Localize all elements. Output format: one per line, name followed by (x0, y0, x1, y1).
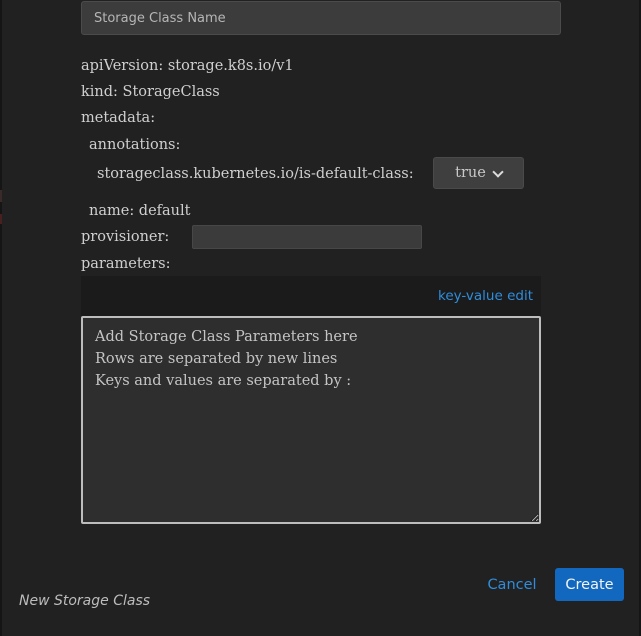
storage-class-form: apiVersion: storage.k8s.io/v1 kind: Stor… (2, 0, 639, 541)
new-storage-class-dialog: apiVersion: storage.k8s.io/v1 kind: Stor… (2, 0, 639, 636)
api-version-line: apiVersion: storage.k8s.io/v1 (81, 58, 294, 74)
key-value-edit-link[interactable]: key-value edit (438, 288, 533, 304)
default-class-annotation-label: storageclass.kubernetes.io/is-default-cl… (97, 166, 414, 182)
parameters-header: key-value edit (81, 276, 541, 316)
default-class-select[interactable]: true (433, 157, 524, 189)
parameters-label: parameters: (81, 256, 171, 272)
provisioner-label: provisioner: (81, 229, 170, 245)
storage-class-name-input[interactable] (81, 1, 561, 35)
create-button[interactable]: Create (555, 568, 624, 601)
parameters-textarea[interactable] (81, 316, 541, 524)
metadata-line: metadata: (81, 110, 156, 126)
name-line: name: default (89, 203, 191, 219)
chevron-down-icon (492, 165, 504, 178)
provisioner-input[interactable] (192, 225, 422, 249)
default-class-value: true (455, 165, 486, 181)
kind-line: kind: StorageClass (81, 84, 220, 100)
cancel-button[interactable]: Cancel (480, 568, 544, 601)
annotations-line: annotations: (89, 137, 181, 153)
dialog-title: New Storage Class (19, 593, 151, 609)
